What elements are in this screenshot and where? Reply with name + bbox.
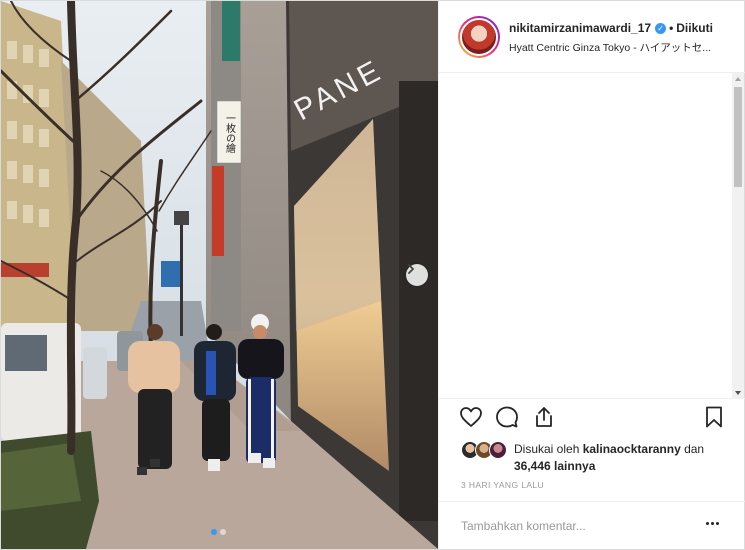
like-button[interactable] (459, 405, 485, 431)
location-link[interactable]: Hyatt Centric Ginza Tokyo - ハイアットセ... (509, 40, 721, 55)
liker-avatars[interactable] (461, 441, 511, 461)
post-timestamp[interactable]: 3 HARI YANG LALU (461, 480, 544, 490)
scroll-down-arrow-icon[interactable] (735, 391, 741, 395)
chevron-right-icon (408, 264, 414, 274)
action-bar (439, 405, 745, 435)
username-link[interactable]: nikitamirzanimawardi_17 (509, 21, 651, 35)
likes-suffix[interactable]: lainnya (551, 459, 595, 473)
separator-dot: • (669, 21, 674, 35)
more-options-icon[interactable] (706, 522, 719, 525)
scrollbar-thumb[interactable] (734, 87, 742, 187)
comment-bubble-icon (496, 406, 518, 428)
comments-area (439, 73, 745, 399)
carousel-indicator (211, 529, 226, 535)
avatar[interactable] (458, 16, 500, 58)
likes-section: Disukai oleh kalinaocktaranny dan 36,446… (461, 439, 731, 475)
following-button[interactable]: Diikuti (676, 21, 713, 35)
heart-icon (460, 407, 482, 427)
avatar-image (460, 18, 498, 56)
post-photo[interactable]: 一枚の繪 PANE (1, 1, 438, 549)
carousel-next-button[interactable] (406, 264, 428, 286)
liker-username-link[interactable]: kalinaocktaranny (583, 442, 681, 456)
comment-input[interactable] (461, 517, 691, 535)
comments-scrollbar[interactable] (732, 73, 744, 399)
carousel-dot-2 (220, 529, 226, 535)
post-details-panel: nikitamirzanimawardi_17 ✓ • Diikuti Hyat… (438, 1, 745, 549)
post-header: nikitamirzanimawardi_17 ✓ • Diikuti Hyat… (439, 1, 745, 73)
post-modal: 一枚の繪 PANE nikitamirzanimawardi_17 ✓ • Di… (0, 0, 745, 550)
share-button[interactable] (532, 405, 558, 431)
likes-mid: dan (680, 442, 705, 456)
carousel-dot-1 (211, 529, 217, 535)
likes-text: Disukai oleh kalinaocktaranny dan 36,446… (514, 441, 729, 475)
liker-avatar (489, 441, 507, 459)
vertical-sign-text: 一枚の繪 (224, 113, 236, 153)
save-button[interactable] (702, 405, 728, 431)
add-comment-section (439, 501, 745, 549)
bookmark-icon (706, 406, 722, 428)
street-scene-image: 一枚の繪 PANE (1, 1, 438, 549)
likes-prefix: Disukai oleh (514, 442, 583, 456)
verified-badge-icon: ✓ (655, 22, 667, 34)
scroll-up-arrow-icon[interactable] (735, 77, 741, 81)
share-icon (536, 407, 552, 427)
likes-count-link[interactable]: 36,446 (514, 459, 551, 473)
comment-button[interactable] (495, 405, 521, 431)
